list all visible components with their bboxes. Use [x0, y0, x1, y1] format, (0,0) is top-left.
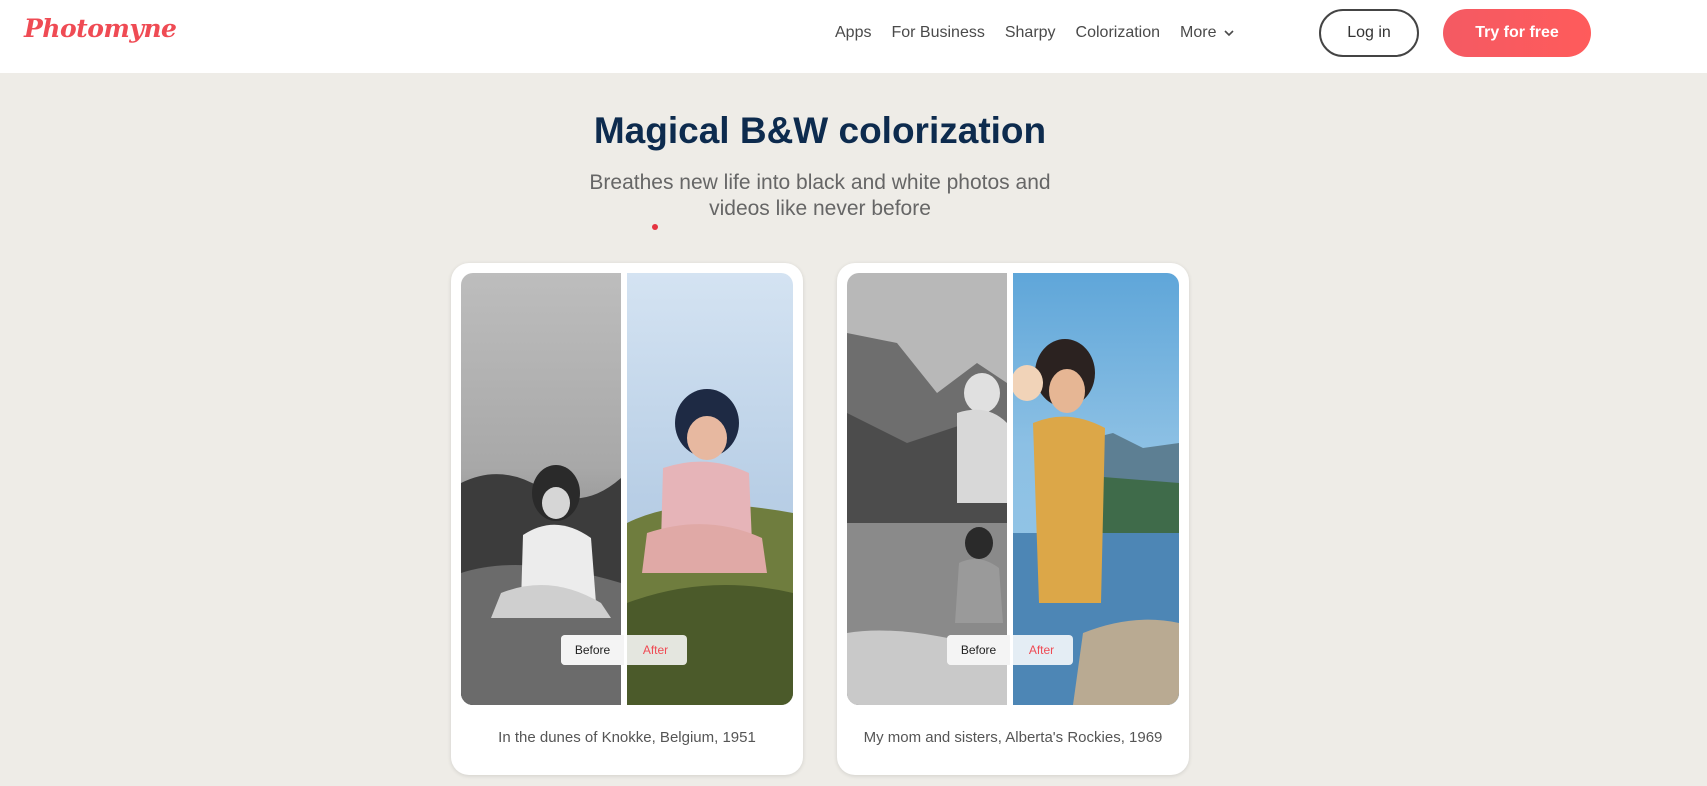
- nav-colorization[interactable]: Colorization: [1076, 24, 1160, 42]
- before-tab[interactable]: Before: [947, 635, 1010, 665]
- before-tab[interactable]: Before: [561, 635, 624, 665]
- card-caption: In the dunes of Knokke, Belgium, 1951: [498, 729, 756, 746]
- nav-apps[interactable]: Apps: [835, 24, 871, 42]
- after-tab[interactable]: After: [1010, 635, 1073, 665]
- try-for-free-button[interactable]: Try for free: [1443, 9, 1591, 57]
- nav-more-label: More: [1180, 24, 1217, 41]
- before-after-photo[interactable]: Before After: [847, 273, 1179, 705]
- nav-more[interactable]: More: [1180, 24, 1235, 42]
- page-subtitle: Breathes new life into black and white p…: [589, 171, 1051, 220]
- colorization-card-alberta: Before After My mom and sisters, Alberta…: [837, 263, 1189, 775]
- nav-sharpy[interactable]: Sharpy: [1005, 24, 1056, 42]
- before-after-photo[interactable]: Before After: [461, 273, 793, 705]
- site-header: Photomyne Apps For Business Sharpy Color…: [0, 0, 1707, 73]
- before-after-toggle[interactable]: Before After: [561, 635, 687, 665]
- after-tab[interactable]: After: [624, 635, 687, 665]
- page-title: Magical B&W colorization: [593, 110, 1047, 151]
- nav-for-business[interactable]: For Business: [891, 24, 984, 42]
- login-button[interactable]: Log in: [1319, 9, 1419, 57]
- before-after-toggle[interactable]: Before After: [947, 635, 1073, 665]
- colorization-card-knokke: Before After In the dunes of Knokke, Bel…: [451, 263, 803, 775]
- red-dot-indicator: [652, 224, 658, 230]
- chevron-down-icon: [1224, 30, 1235, 37]
- photomyne-logo[interactable]: Photomyne: [24, 14, 177, 43]
- card-caption: My mom and sisters, Alberta's Rockies, 1…: [863, 729, 1163, 746]
- main-nav: Apps For Business Sharpy Colorization Mo…: [835, 24, 1255, 42]
